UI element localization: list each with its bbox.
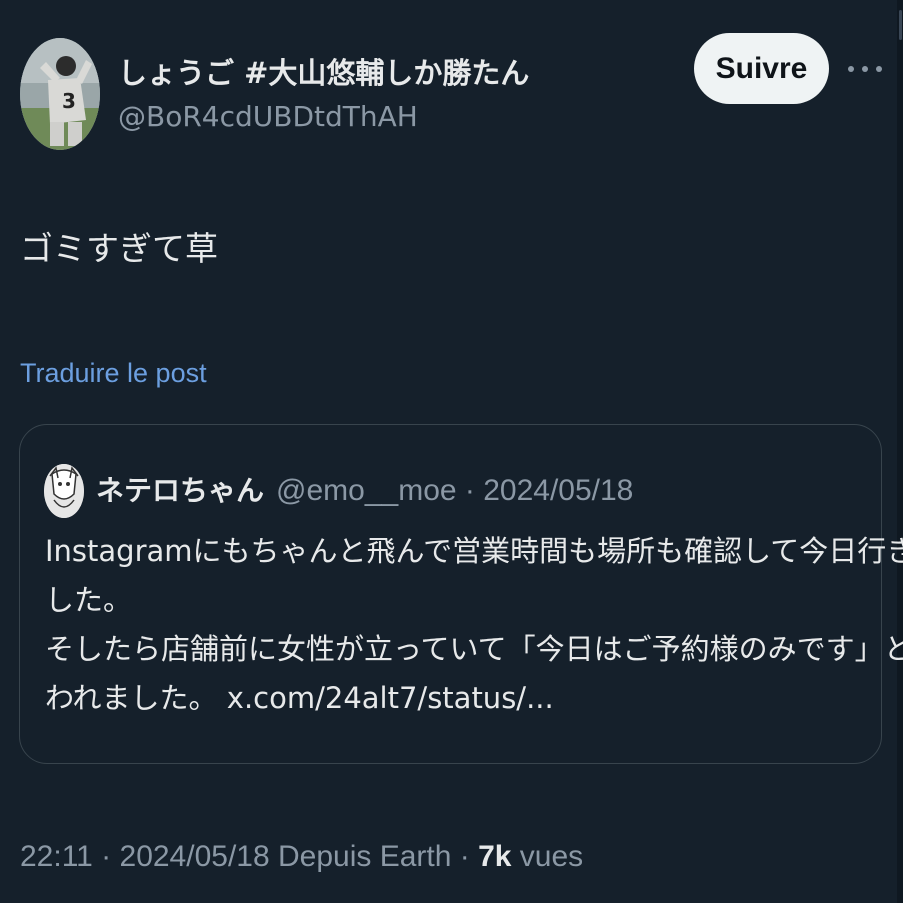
author-avatar[interactable]: 3: [20, 38, 100, 150]
quote-handle-date[interactable]: @emo__moe · 2024/05/18: [276, 474, 633, 508]
more-horizontal-icon[interactable]: [848, 56, 882, 82]
author-display-name[interactable]: しょうご #大山悠輔しか勝たん: [118, 50, 529, 92]
tweet-text: ゴミすぎて草: [20, 229, 218, 268]
quote-author-avatar[interactable]: [44, 464, 84, 518]
translate-post-link[interactable]: Traduire le post: [20, 358, 207, 389]
views-count: 7k: [478, 840, 512, 873]
quote-author-name[interactable]: ネテロちゃん: [96, 469, 264, 509]
tweet-meta: 22:11 · 2024/05/18 Depuis Earth · 7k vue…: [20, 840, 583, 874]
tweet-view: 3 しょうご #大山悠輔しか勝たん @BoR4cdUBDtdThAH Suivr…: [0, 0, 903, 903]
views-label: vues: [511, 840, 584, 873]
quote-line: そしたら店舗前に女性が立っていて「今日はご予約様のみです」と言: [45, 632, 903, 666]
quote-line-last: われました。 x.com/24alt7/status/...: [45, 674, 875, 723]
author-handle[interactable]: @BoR4cdUBDtdThAH: [118, 100, 418, 133]
quote-line: した。: [45, 583, 133, 617]
quote-header: ネテロちゃん @emo__moe · 2024/05/18: [96, 469, 633, 509]
follow-button[interactable]: Suivre: [694, 33, 829, 104]
scrollbar-track[interactable]: [897, 0, 903, 903]
quote-url-link[interactable]: x.com/24alt7/status/...: [227, 681, 554, 715]
quote-text: Instagramにもちゃんと飛んで営業時間も場所も確認して今日行きま した。 …: [45, 527, 903, 723]
quote-line: Instagramにもちゃんと飛んで営業時間も場所も確認して今日行きま: [45, 534, 903, 568]
quote-line-text: われました。: [45, 681, 218, 715]
quoted-tweet-card[interactable]: ネテロちゃん @emo__moe · 2024/05/18 Instagramに…: [19, 424, 903, 764]
drawing-avatar-icon: [44, 464, 84, 518]
tweet-timestamp[interactable]: 22:11 · 2024/05/18 Depuis Earth ·: [20, 840, 478, 873]
baseball-player-icon: 3: [20, 38, 100, 150]
svg-text:3: 3: [62, 89, 76, 113]
scrollbar-thumb[interactable]: [899, 10, 902, 40]
